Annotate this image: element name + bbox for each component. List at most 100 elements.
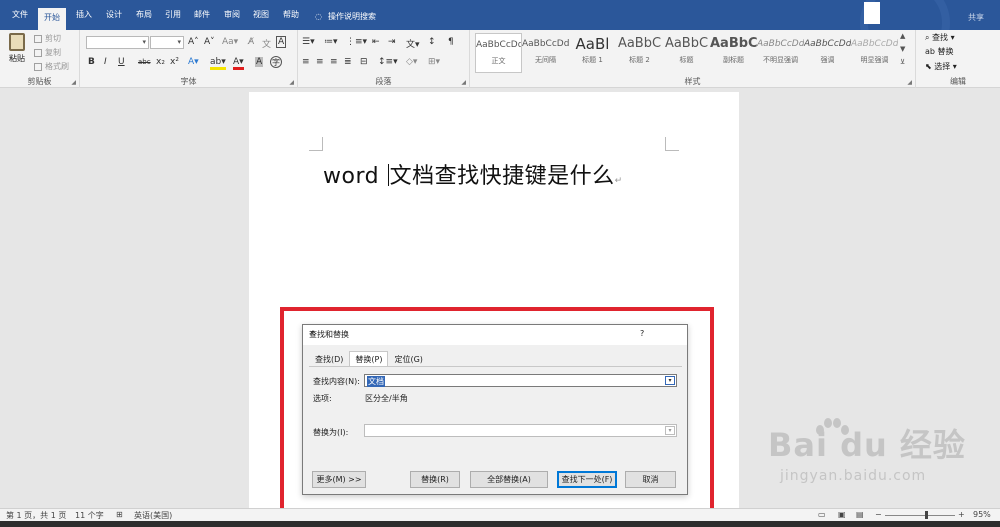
find-button[interactable]: ⌕ 查找 ▾ [925,32,955,43]
style-sample: AaBbC [617,36,662,51]
select-label: 选择 [934,62,951,71]
style-no-spacing[interactable]: AaBbCcDd 无间隔 [522,33,569,73]
replace-button[interactable]: 替换(R) [410,471,460,488]
tell-me-search[interactable]: ◌ 操作说明搜索 [315,11,376,22]
tab-insert[interactable]: 插入 [70,8,98,30]
text-effects-icon[interactable]: A▾ [188,57,199,67]
zoom-in-icon[interactable]: + [958,510,965,519]
style-name: 标题 [679,56,694,64]
tab-references[interactable]: 引用 [159,8,187,30]
decrease-indent-icon[interactable]: ⇤ [372,37,380,47]
subscript-button[interactable]: x₂ [156,57,165,67]
style-title[interactable]: AaBbC 标题 [663,33,710,73]
sort-icon[interactable]: ↕ [428,37,436,47]
justify-icon[interactable]: ≣ [344,57,352,67]
document-text[interactable]: word 文档查找快捷键是什么↵ [323,158,623,190]
tab-find[interactable]: 查找(D) [309,351,349,367]
strikethrough-button[interactable]: abc [138,58,151,66]
enclose-char-icon[interactable]: 字 [270,56,282,68]
char-border-icon[interactable]: A [276,36,287,48]
zoom-level[interactable]: 95% [973,510,991,519]
multilevel-list-icon[interactable]: ⋮≡▾ [346,37,367,47]
select-button[interactable]: ⬉ 选择 ▾ [925,61,957,72]
word-count[interactable]: 11 个字 [75,510,104,521]
tab-goto[interactable]: 定位(G) [388,351,428,367]
tab-layout[interactable]: 布局 [130,8,158,30]
chevron-down-icon[interactable]: ▾ [665,376,675,385]
tab-replace[interactable]: 替换(P) [349,351,389,367]
chinese-layout-icon[interactable]: 文▾ [406,37,420,50]
underline-button[interactable]: U [118,57,125,67]
style-normal[interactable]: AaBbCcDd 正文 [475,33,522,73]
font-size-box[interactable]: ▾ [150,36,184,49]
cut-button[interactable]: 剪切 [34,33,61,44]
phonetic-guide-icon[interactable]: 文 [262,37,271,50]
find-what-input[interactable]: 文档 ▾ [364,374,677,387]
copy-button[interactable]: 复制 [34,47,61,58]
char-shading-icon[interactable]: A [255,57,264,67]
tab-home[interactable]: 开始 [38,8,66,30]
clipboard-launcher-icon[interactable]: ◢ [71,79,76,86]
format-painter-button[interactable]: 格式刷 [34,61,69,72]
font-launcher-icon[interactable]: ◢ [289,79,294,86]
more-button[interactable]: 更多(M) >> [312,471,366,488]
tab-view[interactable]: 视图 [247,8,275,30]
style-intense-emphasis[interactable]: AaBbCcDd 明显强调 [851,33,898,73]
grow-font-icon[interactable]: A˄ [188,37,199,47]
style-emphasis[interactable]: AaBbCcDd 强调 [804,33,851,73]
proofing-icon[interactable]: ⊞ [116,510,123,519]
numbering-icon[interactable]: ≔▾ [324,37,338,47]
tab-help[interactable]: 帮助 [277,8,305,30]
read-mode-icon[interactable]: ▭ [818,510,826,519]
change-case-icon[interactable]: Aa▾ [222,37,238,47]
print-layout-icon[interactable]: ▣ [838,510,846,519]
bullets-icon[interactable]: ☰▾ [302,37,315,47]
bold-button[interactable]: B [88,57,95,67]
style-heading-2[interactable]: AaBbC 标题 2 [616,33,663,73]
tab-file[interactable]: 文件 [6,8,34,30]
watermark-url: jingyan.baidu.com [780,468,927,484]
language-indicator[interactable]: 英语(美国) [134,510,172,521]
zoom-out-icon[interactable]: − [875,510,882,519]
clear-format-icon[interactable]: A̸ [248,37,254,47]
zoom-slider-thumb[interactable] [925,511,928,519]
replace-all-button[interactable]: 全部替换(A) [470,471,548,488]
highlight-icon[interactable]: ab▾ [210,57,226,70]
paste-icon[interactable] [9,33,25,51]
find-next-button[interactable]: 查找下一处(F) [557,471,617,488]
replace-button[interactable]: ab 替换 [925,46,954,57]
distributed-icon[interactable]: ⊟ [360,57,368,67]
tab-review[interactable]: 审阅 [218,8,246,30]
increase-indent-icon[interactable]: ⇥ [388,37,396,47]
font-color-icon[interactable]: A▾ [233,57,244,70]
align-center-icon[interactable]: ≡ [316,57,324,67]
align-right-icon[interactable]: ≡ [330,57,338,67]
help-button[interactable]: ? [640,329,644,338]
style-subtle-emphasis[interactable]: AaBbCcDd 不明显强调 [757,33,804,73]
find-label: 查找 [932,33,949,42]
line-spacing-icon[interactable]: ↕≡▾ [378,57,398,67]
replace-with-input[interactable]: ▾ [364,424,677,437]
shading-icon[interactable]: ◇▾ [406,57,417,67]
styles-launcher-icon[interactable]: ◢ [907,79,912,86]
chevron-down-icon[interactable]: ▾ [665,426,675,435]
tab-design[interactable]: 设计 [100,8,128,30]
tab-mailings[interactable]: 邮件 [188,8,216,30]
zoom-slider[interactable] [885,515,955,516]
close-icon[interactable]: ✕ [309,329,316,338]
superscript-button[interactable]: x² [170,57,179,67]
font-name-box[interactable]: ▾ [86,36,149,49]
align-left-icon[interactable]: ≡ [302,57,310,67]
borders-icon[interactable]: ⊞▾ [428,57,440,67]
style-subtitle[interactable]: AaBbC 副标题 [710,33,757,73]
share-button[interactable]: 共享 [968,12,984,23]
show-marks-icon[interactable]: ¶ [448,37,454,47]
cancel-button[interactable]: 取消 [625,471,676,488]
web-layout-icon[interactable]: ▤ [856,510,864,519]
paste-label[interactable]: 粘贴 [9,53,25,64]
shrink-font-icon[interactable]: A˅ [204,37,215,47]
page-count[interactable]: 第 1 页，共 1 页 [6,510,66,521]
style-heading-1[interactable]: AaBl 标题 1 [569,33,616,73]
paragraph-launcher-icon[interactable]: ◢ [461,79,466,86]
italic-button[interactable]: I [104,57,107,67]
